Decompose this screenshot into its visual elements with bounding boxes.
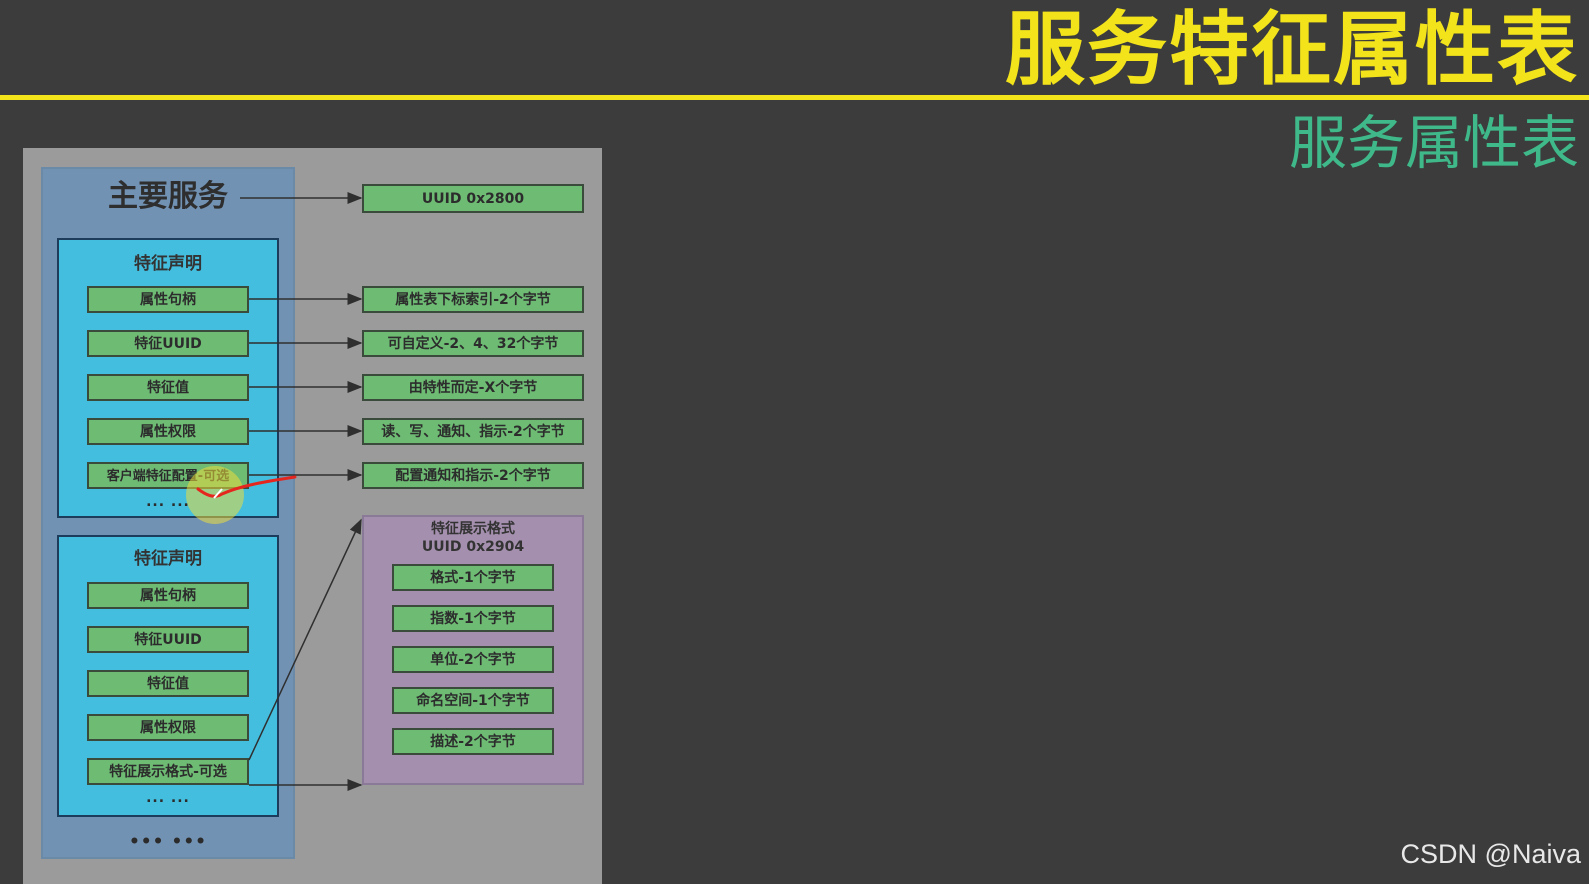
connector-arrows — [196, 192, 363, 791]
slide: 服务特征属性表 服务属性表 主要服务 特征声明 属性句柄 特征UUID 特征值 … — [0, 0, 1589, 884]
watermark: CSDN @Naiva — [1400, 839, 1581, 869]
arrow-format-diagonal — [248, 518, 362, 761]
annotation-stroke — [196, 475, 297, 498]
